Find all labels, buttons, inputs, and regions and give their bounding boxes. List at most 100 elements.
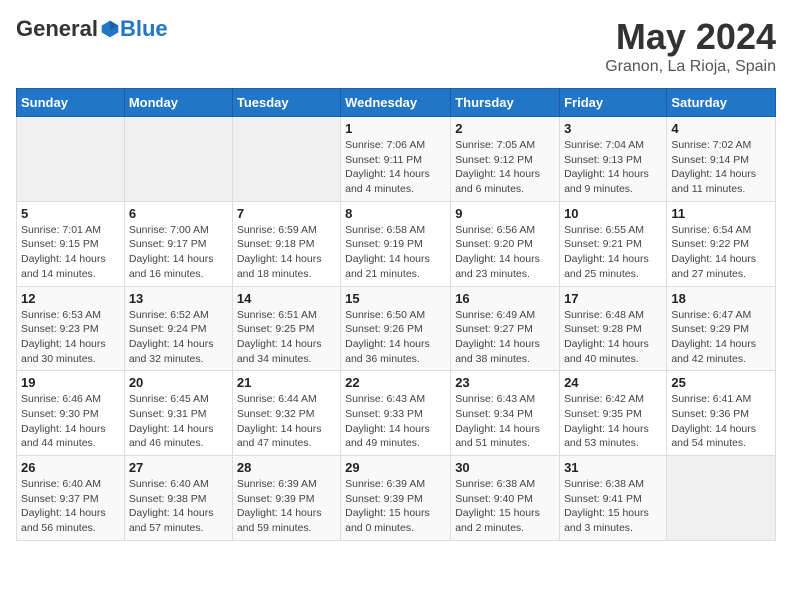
day-number: 8 <box>345 206 446 221</box>
day-number: 20 <box>129 375 228 390</box>
calendar-week-4: 19 Sunrise: 6:46 AM Sunset: 9:30 PM Dayli… <box>17 371 776 456</box>
calendar-cell: 22 Sunrise: 6:43 AM Sunset: 9:33 PM Dayli… <box>341 371 451 456</box>
calendar-cell: 10 Sunrise: 6:55 AM Sunset: 9:21 PM Dayli… <box>560 201 667 286</box>
day-info: Sunrise: 6:38 AM Sunset: 9:40 PM Dayligh… <box>455 477 555 536</box>
day-number: 7 <box>237 206 336 221</box>
calendar-cell: 20 Sunrise: 6:45 AM Sunset: 9:31 PM Dayli… <box>124 371 232 456</box>
day-info: Sunrise: 6:48 AM Sunset: 9:28 PM Dayligh… <box>564 308 662 367</box>
weekday-header-saturday: Saturday <box>667 89 776 117</box>
day-number: 2 <box>455 121 555 136</box>
calendar-cell: 1 Sunrise: 7:06 AM Sunset: 9:11 PM Daylig… <box>341 117 451 202</box>
calendar-week-5: 26 Sunrise: 6:40 AM Sunset: 9:37 PM Dayli… <box>17 456 776 541</box>
day-number: 21 <box>237 375 336 390</box>
calendar-cell <box>232 117 340 202</box>
calendar-cell: 26 Sunrise: 6:40 AM Sunset: 9:37 PM Dayli… <box>17 456 125 541</box>
day-info: Sunrise: 7:06 AM Sunset: 9:11 PM Dayligh… <box>345 138 446 197</box>
logo-general-text: General <box>16 16 98 42</box>
day-info: Sunrise: 7:02 AM Sunset: 9:14 PM Dayligh… <box>671 138 771 197</box>
day-info: Sunrise: 6:42 AM Sunset: 9:35 PM Dayligh… <box>564 392 662 451</box>
day-number: 10 <box>564 206 662 221</box>
calendar-cell: 31 Sunrise: 6:38 AM Sunset: 9:41 PM Dayli… <box>560 456 667 541</box>
day-info: Sunrise: 6:53 AM Sunset: 9:23 PM Dayligh… <box>21 308 120 367</box>
day-info: Sunrise: 7:05 AM Sunset: 9:12 PM Dayligh… <box>455 138 555 197</box>
day-number: 5 <box>21 206 120 221</box>
month-title: May 2024 <box>605 16 776 58</box>
day-info: Sunrise: 6:39 AM Sunset: 9:39 PM Dayligh… <box>237 477 336 536</box>
day-info: Sunrise: 7:01 AM Sunset: 9:15 PM Dayligh… <box>21 223 120 282</box>
calendar-cell: 3 Sunrise: 7:04 AM Sunset: 9:13 PM Daylig… <box>560 117 667 202</box>
calendar-cell: 13Sunrise: 6:52 AM Sunset: 9:24 PM Dayli… <box>124 286 232 371</box>
weekday-header-monday: Monday <box>124 89 232 117</box>
weekday-header-tuesday: Tuesday <box>232 89 340 117</box>
calendar-table: SundayMondayTuesdayWednesdayThursdayFrid… <box>16 88 776 541</box>
weekday-header-sunday: Sunday <box>17 89 125 117</box>
calendar-cell: 7Sunrise: 6:59 AM Sunset: 9:18 PM Daylig… <box>232 201 340 286</box>
day-number: 14 <box>237 291 336 306</box>
day-info: Sunrise: 6:51 AM Sunset: 9:25 PM Dayligh… <box>237 308 336 367</box>
calendar-cell: 12 Sunrise: 6:53 AM Sunset: 9:23 PM Dayli… <box>17 286 125 371</box>
calendar-cell: 27 Sunrise: 6:40 AM Sunset: 9:38 PM Dayli… <box>124 456 232 541</box>
calendar-week-2: 5 Sunrise: 7:01 AM Sunset: 9:15 PM Daylig… <box>17 201 776 286</box>
calendar-cell <box>667 456 776 541</box>
day-info: Sunrise: 6:46 AM Sunset: 9:30 PM Dayligh… <box>21 392 120 451</box>
day-info: Sunrise: 6:55 AM Sunset: 9:21 PM Dayligh… <box>564 223 662 282</box>
day-info: Sunrise: 6:45 AM Sunset: 9:31 PM Dayligh… <box>129 392 228 451</box>
day-number: 31 <box>564 460 662 475</box>
day-number: 30 <box>455 460 555 475</box>
location-subtitle: Granon, La Rioja, Spain <box>605 58 776 76</box>
day-number: 3 <box>564 121 662 136</box>
weekday-header-wednesday: Wednesday <box>341 89 451 117</box>
calendar-cell: 8 Sunrise: 6:58 AM Sunset: 9:19 PM Daylig… <box>341 201 451 286</box>
calendar-cell: 5 Sunrise: 7:01 AM Sunset: 9:15 PM Daylig… <box>17 201 125 286</box>
day-number: 19 <box>21 375 120 390</box>
day-info: Sunrise: 6:50 AM Sunset: 9:26 PM Dayligh… <box>345 308 446 367</box>
day-info: Sunrise: 6:39 AM Sunset: 9:39 PM Dayligh… <box>345 477 446 536</box>
day-info: Sunrise: 7:04 AM Sunset: 9:13 PM Dayligh… <box>564 138 662 197</box>
day-number: 26 <box>21 460 120 475</box>
day-number: 9 <box>455 206 555 221</box>
title-area: May 2024 Granon, La Rioja, Spain <box>605 16 776 76</box>
calendar-cell: 9 Sunrise: 6:56 AM Sunset: 9:20 PM Daylig… <box>451 201 560 286</box>
calendar-cell: 25 Sunrise: 6:41 AM Sunset: 9:36 PM Dayli… <box>667 371 776 456</box>
day-number: 28 <box>237 460 336 475</box>
day-number: 11 <box>671 206 771 221</box>
day-number: 27 <box>129 460 228 475</box>
day-number: 12 <box>21 291 120 306</box>
day-info: Sunrise: 6:52 AM Sunset: 9:24 PM Dayligh… <box>129 308 228 367</box>
calendar-cell: 30 Sunrise: 6:38 AM Sunset: 9:40 PM Dayli… <box>451 456 560 541</box>
day-info: Sunrise: 6:56 AM Sunset: 9:20 PM Dayligh… <box>455 223 555 282</box>
weekday-header-row: SundayMondayTuesdayWednesdayThursdayFrid… <box>17 89 776 117</box>
day-info: Sunrise: 6:41 AM Sunset: 9:36 PM Dayligh… <box>671 392 771 451</box>
day-number: 18 <box>671 291 771 306</box>
calendar-cell: 23 Sunrise: 6:43 AM Sunset: 9:34 PM Dayli… <box>451 371 560 456</box>
day-number: 4 <box>671 121 771 136</box>
calendar-cell: 21 Sunrise: 6:44 AM Sunset: 9:32 PM Dayli… <box>232 371 340 456</box>
day-info: Sunrise: 6:49 AM Sunset: 9:27 PM Dayligh… <box>455 308 555 367</box>
calendar-cell: 16Sunrise: 6:49 AM Sunset: 9:27 PM Dayli… <box>451 286 560 371</box>
day-info: Sunrise: 6:44 AM Sunset: 9:32 PM Dayligh… <box>237 392 336 451</box>
day-info: Sunrise: 6:58 AM Sunset: 9:19 PM Dayligh… <box>345 223 446 282</box>
day-number: 22 <box>345 375 446 390</box>
day-info: Sunrise: 6:43 AM Sunset: 9:33 PM Dayligh… <box>345 392 446 451</box>
day-info: Sunrise: 7:00 AM Sunset: 9:17 PM Dayligh… <box>129 223 228 282</box>
day-info: Sunrise: 6:40 AM Sunset: 9:38 PM Dayligh… <box>129 477 228 536</box>
logo-blue-text: Blue <box>120 16 168 42</box>
day-info: Sunrise: 6:38 AM Sunset: 9:41 PM Dayligh… <box>564 477 662 536</box>
day-number: 23 <box>455 375 555 390</box>
logo-icon <box>100 19 120 39</box>
day-info: Sunrise: 6:43 AM Sunset: 9:34 PM Dayligh… <box>455 392 555 451</box>
calendar-cell <box>124 117 232 202</box>
calendar-cell: 11Sunrise: 6:54 AM Sunset: 9:22 PM Dayli… <box>667 201 776 286</box>
calendar-cell <box>17 117 125 202</box>
calendar-cell: 15 Sunrise: 6:50 AM Sunset: 9:26 PM Dayli… <box>341 286 451 371</box>
day-number: 25 <box>671 375 771 390</box>
calendar-cell: 28 Sunrise: 6:39 AM Sunset: 9:39 PM Dayli… <box>232 456 340 541</box>
calendar-cell: 2 Sunrise: 7:05 AM Sunset: 9:12 PM Daylig… <box>451 117 560 202</box>
day-number: 1 <box>345 121 446 136</box>
day-info: Sunrise: 6:40 AM Sunset: 9:37 PM Dayligh… <box>21 477 120 536</box>
weekday-header-friday: Friday <box>560 89 667 117</box>
day-info: Sunrise: 6:47 AM Sunset: 9:29 PM Dayligh… <box>671 308 771 367</box>
calendar-cell: 6Sunrise: 7:00 AM Sunset: 9:17 PM Daylig… <box>124 201 232 286</box>
calendar-cell: 14 Sunrise: 6:51 AM Sunset: 9:25 PM Dayli… <box>232 286 340 371</box>
day-number: 15 <box>345 291 446 306</box>
